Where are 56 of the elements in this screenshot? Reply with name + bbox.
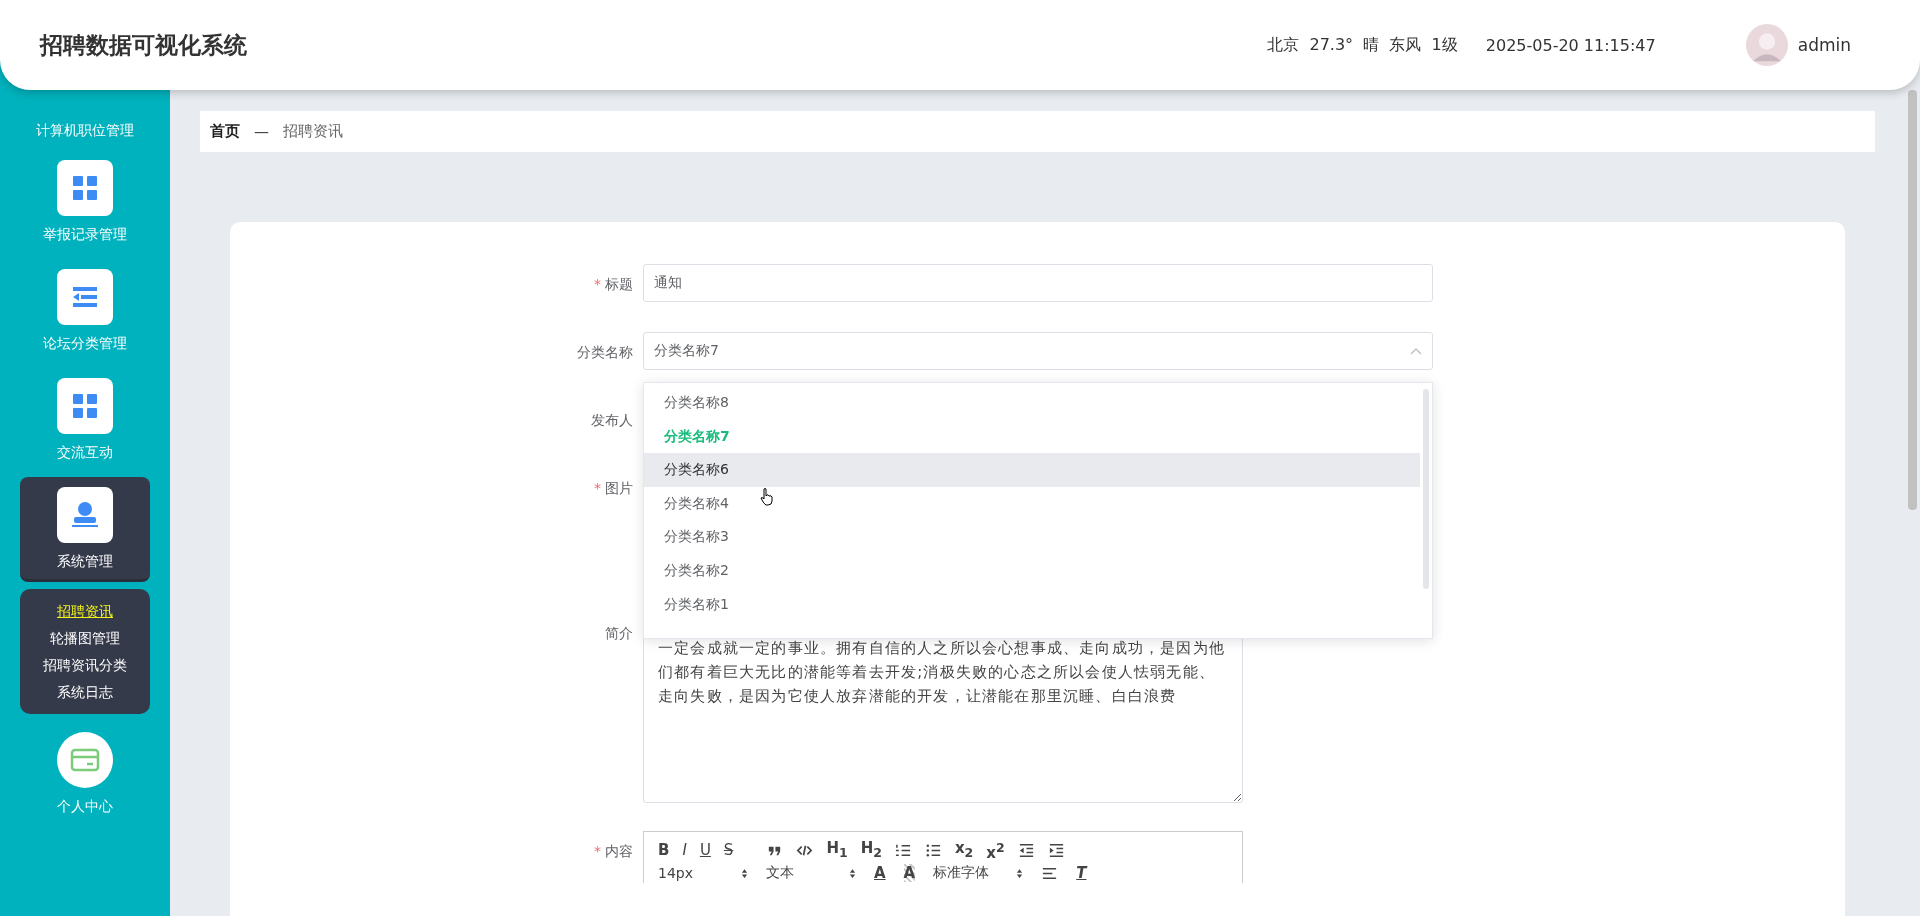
person-icon xyxy=(57,487,113,543)
grid-icon xyxy=(57,160,113,216)
field-label: 发布人 xyxy=(590,411,634,430)
menu-item[interactable]: 系统管理 xyxy=(20,477,150,582)
toolbar-button[interactable]: x$^{2}$ xyxy=(986,838,1005,862)
field-label: * 标题 xyxy=(593,275,634,294)
toolbar-button[interactable]: S xyxy=(723,841,734,859)
datetime-text: 2025-05-20 11:15:47 xyxy=(1485,35,1656,55)
submenu-item[interactable]: 招聘资讯 xyxy=(57,603,113,621)
user-name[interactable]: admin xyxy=(1797,35,1851,55)
app-title: 招聘数据可视化系统 xyxy=(40,30,248,60)
toolbar-select[interactable]: 14px xyxy=(658,865,748,881)
toolbar-button[interactable]: H$_{1}$ xyxy=(826,838,848,862)
field-label: 分类名称 xyxy=(576,343,634,362)
breadcrumb-separator: — xyxy=(254,122,269,141)
weather-text: 北京 27.3° 晴 东风 1级 xyxy=(1267,34,1458,56)
dropdown-option[interactable]: 分类名称4 xyxy=(644,486,1420,521)
category-select[interactable]: 分类名称7 xyxy=(643,332,1433,370)
updown-icon xyxy=(741,867,748,879)
toolbar-button[interactable]: B xyxy=(658,841,670,859)
title-field[interactable]: 通知 xyxy=(643,264,1433,302)
toolbar-button[interactable]: U xyxy=(699,841,711,859)
text-color-button[interactable]: A xyxy=(874,864,886,882)
breadcrumb-link[interactable]: 招聘资讯 xyxy=(283,122,343,141)
card-icon xyxy=(57,732,113,788)
field-label: * 图片 xyxy=(593,479,634,498)
rich-text-editor[interactable]: B I U S H$_{1}$ H$_{2}$ x$_{2}$ x$^{2}$ 14px 文本 A A 标准字体 T xyxy=(643,831,1243,883)
dropdown-option[interactable]: 分类名称8 xyxy=(644,386,1420,420)
clear-format-button[interactable]: T xyxy=(1076,864,1087,882)
grid-icon xyxy=(57,378,113,434)
required-mark: * xyxy=(594,480,601,496)
outdent-icon[interactable] xyxy=(1017,841,1035,859)
toolbar-button[interactable]: x$_{2}$ xyxy=(954,838,974,862)
scrollbar[interactable] xyxy=(1908,90,1917,510)
submenu-item[interactable]: 系统日志 xyxy=(57,684,113,702)
toolbar-button[interactable]: H$_{2}$ xyxy=(860,838,882,862)
dropdown-option[interactable]: 分类名称2 xyxy=(644,553,1420,588)
submenu-item[interactable]: 招聘资讯分类 xyxy=(43,657,127,675)
breadcrumb-link[interactable]: 首页 xyxy=(210,122,240,141)
toolbar-select[interactable]: 标准字体 xyxy=(933,864,1024,882)
updown-icon xyxy=(1016,867,1024,879)
scrollbar[interactable] xyxy=(1423,389,1429,589)
required-mark: * xyxy=(594,843,601,859)
dropdown-option[interactable]: 分类名称3 xyxy=(644,520,1420,554)
list-icon xyxy=(57,269,113,325)
toolbar-button[interactable]: I xyxy=(682,841,687,859)
toolbar-select[interactable]: 文本 xyxy=(766,864,856,882)
dropdown-option[interactable]: 分类名称6 xyxy=(644,453,1420,487)
required-mark: * xyxy=(594,276,601,292)
field-label: * 内容 xyxy=(593,842,634,861)
updown-icon xyxy=(849,867,856,879)
hand-cursor-icon xyxy=(760,488,774,506)
background-color-button[interactable]: A xyxy=(903,864,916,882)
field-label: 简介 xyxy=(604,624,634,643)
submenu-item[interactable]: 轮播图管理 xyxy=(50,630,120,648)
indent-icon[interactable] xyxy=(1047,841,1065,859)
